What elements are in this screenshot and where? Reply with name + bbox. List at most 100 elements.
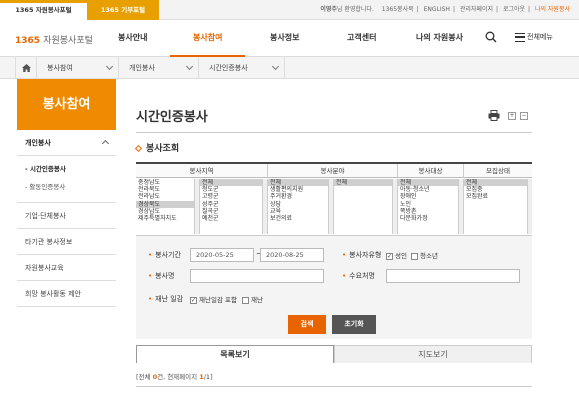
bullet-icon: •	[342, 272, 347, 280]
adult-label: 성인	[395, 252, 407, 260]
hamburger-icon	[515, 32, 525, 42]
disaster-include-checkbox[interactable]: ✓ 재난일감 포함	[190, 294, 237, 304]
adult-checkbox[interactable]: ✓ 성인	[386, 250, 407, 260]
disaster-only-checkbox[interactable]: 재난	[242, 294, 263, 304]
tab-list-view[interactable]: 목록보기	[136, 345, 334, 363]
utility-links: 이영주님 환영합니다. 1365봉사북 | ENGLISH | 관리자페이지 | 로그…	[320, 6, 570, 13]
start-date-input[interactable]: 2020-05-25	[190, 248, 254, 262]
chevron-down-icon	[185, 62, 194, 71]
name-label: • 봉사명	[148, 271, 174, 281]
breadcrumb-label: 개인봉사	[129, 64, 155, 72]
sidebar-item-personal[interactable]: 개인봉사	[17, 130, 116, 156]
link-logout[interactable]: 로그아웃	[503, 6, 525, 13]
scrollbar[interactable]	[194, 179, 199, 234]
nav-customer-center[interactable]: 고객센터	[347, 32, 376, 43]
search-icon[interactable]	[485, 31, 497, 43]
nav-participate[interactable]: 봉사참여	[193, 32, 222, 43]
volunteer-type-text: 봉사자유형	[349, 251, 382, 259]
sidebar-title: 봉사참여	[17, 79, 116, 130]
breadcrumb-level2[interactable]: 개인봉사	[119, 57, 199, 79]
list-option[interactable]: 노인	[398, 201, 463, 208]
list-option[interactable]: 모집완료	[464, 193, 532, 200]
volunteer-name-input[interactable]	[190, 269, 324, 283]
agency-name-input[interactable]	[386, 269, 520, 283]
top-bar: 1365 자원봉사포털 1365 기부포털 이영주님 환영합니다. 1365봉사…	[0, 0, 579, 20]
list-option[interactable]: 예천군	[200, 215, 267, 222]
disaster-label-text: 재난 일감	[155, 295, 184, 303]
zoom-out-button[interactable]: −	[520, 112, 528, 120]
tab-volunteer-portal[interactable]: 1365 자원봉사포털	[0, 0, 87, 20]
reset-button[interactable]: 초기화	[332, 315, 376, 334]
list-option[interactable]: 전체	[334, 179, 397, 187]
scrollbar[interactable]	[328, 179, 333, 234]
scrollbar[interactable]	[527, 179, 532, 234]
breadcrumb-label: 봉사참여	[47, 64, 73, 72]
print-icon[interactable]	[488, 110, 500, 121]
home-icon	[21, 64, 31, 72]
list-option[interactable]: 경상남도	[136, 208, 199, 215]
link-volunteer-book[interactable]: 1365봉사북	[382, 6, 414, 13]
home-button[interactable]	[15, 57, 37, 79]
link-admin[interactable]: 관리자페이지	[460, 6, 493, 13]
target-list[interactable]: 전체 아동·청소년 장애인 노인 쪽방촌 다문화가정	[398, 179, 464, 234]
list-option[interactable]: 상담	[268, 201, 333, 208]
tab-map-view[interactable]: 지도보기	[334, 345, 532, 363]
youth-checkbox[interactable]: 청소년	[411, 250, 438, 260]
list-option[interactable]: 다문화가정	[398, 215, 463, 222]
district-list[interactable]: 전체 청도군 고령군 성주군 칠곡군 예천군	[200, 179, 268, 234]
chevron-down-icon	[105, 62, 114, 71]
list-option[interactable]: 교육	[268, 208, 333, 215]
list-option[interactable]: 쪽방촌	[398, 208, 463, 215]
youth-label: 청소년	[420, 252, 438, 260]
checkbox-checked-icon: ✓	[190, 296, 197, 304]
nav-my-volunteer[interactable]: 나의 자원봉사	[416, 32, 463, 43]
global-nav: 1365 자원봉사포털 봉사안내 봉사참여 봉사정보 고객센터 나의 자원봉사 …	[0, 20, 579, 57]
chevron-down-icon	[271, 62, 280, 71]
list-option[interactable]: 보건의료	[268, 215, 333, 222]
site-logo[interactable]: 1365 자원봉사포털	[15, 33, 93, 46]
list-option[interactable]: 전체	[464, 179, 532, 187]
sidebar-item-label: 개인봉사	[25, 139, 51, 147]
sidebar-item-corporate[interactable]: 기업·단체봉사	[17, 203, 116, 229]
list-option[interactable]: 전라남도	[136, 193, 199, 200]
list-option[interactable]: 경상북도	[136, 200, 199, 208]
volunteer-type-label: • 봉사자유형	[342, 250, 381, 260]
divider	[136, 132, 532, 133]
list-option[interactable]: 제주특별자치도	[136, 215, 199, 222]
field-subcategory-list[interactable]: 전체	[334, 179, 398, 234]
nav-info[interactable]: 봉사안내	[118, 32, 147, 43]
sidebar-item-other-agency[interactable]: 타기관 봉사정보	[17, 229, 116, 255]
all-menu-button[interactable]: 전체메뉴	[515, 32, 553, 42]
sidebar-item-education[interactable]: 자원봉사교육	[17, 255, 116, 281]
scrollbar[interactable]	[392, 179, 397, 234]
zoom-in-button[interactable]: +	[508, 112, 516, 120]
breadcrumb-level1[interactable]: 봉사참여	[37, 57, 119, 79]
list-option[interactable]: 성주군	[200, 201, 267, 208]
list-option[interactable]: 전체	[200, 179, 267, 187]
checkbox-checked-icon: ✓	[386, 252, 393, 260]
breadcrumb-label: 시간인증봉사	[209, 64, 248, 72]
nav-volunteer-info[interactable]: 봉사정보	[270, 32, 299, 43]
view-tabs: 목록보기 지도보기	[136, 345, 532, 363]
tab-donation-portal[interactable]: 1365 기부포털	[87, 0, 159, 20]
breadcrumb-level3[interactable]: 시간인증봉사	[199, 57, 285, 79]
list-option[interactable]: 고령군	[200, 193, 267, 200]
list-option[interactable]: 주거환경	[268, 193, 333, 200]
list-option[interactable]: 장애인	[398, 193, 463, 200]
end-date-input[interactable]: 2020-08-25	[260, 248, 324, 262]
name-label-text: 봉사명	[155, 272, 175, 280]
scrollbar[interactable]	[262, 179, 267, 234]
link-english[interactable]: ENGLISH	[424, 6, 450, 13]
link-my-volunteer[interactable]: 나의 자원봉사	[535, 6, 570, 13]
field-category-list[interactable]: 전체 생활편의지원 주거환경 상담 교육 보건의료	[268, 179, 334, 234]
list-option[interactable]: 칠곡군	[200, 208, 267, 215]
scrollbar[interactable]	[458, 179, 463, 234]
period-label-text: 봉사기간	[155, 251, 181, 259]
status-list[interactable]: 전체 모집중 모집완료	[464, 179, 532, 234]
sidebar-subitem-time-cert[interactable]: - 시간인증봉사	[25, 160, 116, 178]
region-list[interactable]: 충청남도 전라북도 전라남도 경상북도 경상남도 제주특별자치도	[136, 179, 200, 234]
sidebar-item-proposal[interactable]: 희망 봉사활동 제안	[17, 281, 116, 307]
sidebar-subitem-activity-cert[interactable]: - 활동인증봉사	[25, 178, 116, 196]
search-button[interactable]: 검색	[288, 315, 326, 334]
filter-table: 봉사지역 봉사분야 봉사대상 모집상태 충청남도 전라북도 전라남도 경상북도 경상남도…	[136, 162, 532, 234]
